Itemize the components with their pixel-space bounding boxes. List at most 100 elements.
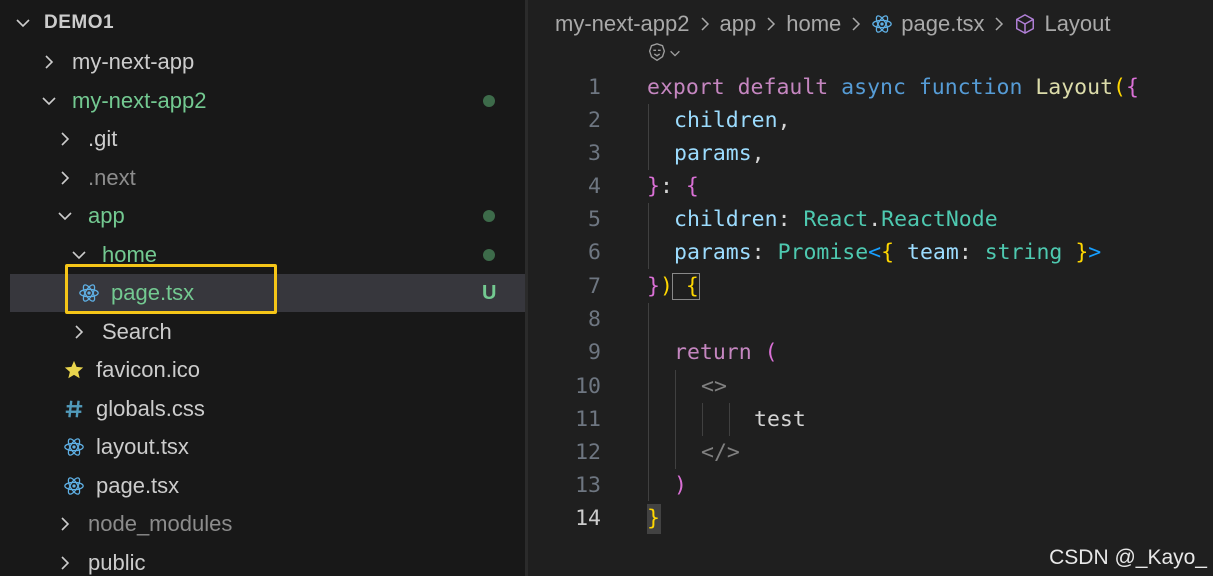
line-number: 10 (575, 374, 601, 399)
line-code: test (754, 407, 806, 432)
breadcrumb-item[interactable]: my-next-app2 (555, 11, 690, 37)
code-line: 7 }) { (528, 270, 1213, 303)
tree-item-label: page.tsx (96, 473, 180, 498)
code-token: React (803, 207, 869, 232)
line-code: ) (674, 473, 687, 498)
code-token: async (828, 75, 906, 100)
line-number: 11 (575, 407, 601, 432)
chevron-down-icon (14, 14, 32, 32)
code-line: 4 }: { (528, 170, 1213, 203)
code-token: function (905, 75, 1023, 100)
code-token: ( (751, 340, 778, 365)
line-code: return ( (674, 340, 778, 365)
chevron-down-icon (56, 207, 74, 225)
explorer-section-header[interactable]: DEMO1 (0, 4, 525, 42)
code-editor[interactable]: my-next-app2 app home page.tsx Layout 1 … (528, 0, 1213, 576)
code-token: team (894, 240, 959, 265)
star-icon (63, 359, 85, 381)
tree-item-next[interactable]: .next (10, 159, 525, 197)
tree-item-home-page-tsx[interactable]: page.tsx U (10, 274, 525, 312)
tree-item-search[interactable]: Search (10, 313, 525, 351)
line-number: 13 (575, 473, 601, 498)
chevron-right-icon (70, 323, 88, 341)
code-token: : (751, 240, 778, 265)
code-line: 12 </> (528, 436, 1213, 469)
chevron-right-icon (56, 169, 74, 187)
code-token: : (659, 174, 686, 199)
line-number: 2 (588, 108, 601, 133)
code-line: 6 params: Promise<{ team: string }> (528, 236, 1213, 269)
code-line: 8 (528, 303, 1213, 336)
tree-item-app-page-tsx[interactable]: page.tsx (10, 467, 525, 505)
copilot-codelens[interactable] (646, 42, 682, 69)
line-code: export default async function Layout({ (647, 75, 1139, 100)
line-number: 3 (588, 141, 601, 166)
line-number: 9 (588, 340, 601, 365)
code-token: : (958, 240, 985, 265)
code-token: ReactNode (881, 207, 998, 232)
line-code: params, (674, 141, 765, 166)
git-modified-dot (483, 210, 495, 222)
line-number: 8 (588, 307, 601, 332)
code-token: { (881, 240, 895, 265)
react-icon (78, 282, 100, 304)
git-modified-dot (483, 95, 495, 107)
tree-item-my-next-app2[interactable]: my-next-app2 (10, 82, 525, 120)
code-token: { (671, 273, 700, 300)
code-token: export (647, 75, 725, 100)
breadcrumb-item[interactable]: Layout (1044, 11, 1110, 37)
tree-item-label: my-next-app (72, 49, 195, 74)
code-token: { (685, 174, 699, 199)
hash-icon (63, 398, 85, 420)
code-line: 1 export default async function Layout({ (528, 71, 1213, 104)
tree-item-globals-css[interactable]: globals.css (10, 390, 525, 428)
tree-item-home[interactable]: home (10, 236, 525, 274)
copilot-icon (646, 42, 668, 69)
tree-item-git[interactable]: .git (10, 120, 525, 158)
line-code: } (647, 506, 660, 531)
chevron-right-icon (56, 515, 74, 533)
line-number: 4 (588, 174, 601, 199)
code-token: } (647, 506, 660, 531)
line-number: 6 (588, 240, 601, 265)
tree-item-my-next-app[interactable]: my-next-app (10, 43, 525, 81)
code-token: ( (1113, 75, 1126, 100)
tree-item-label: Search (102, 319, 172, 344)
code-token: params (674, 141, 752, 166)
tree-item-label: .next (88, 165, 136, 190)
tree-item-label: home (102, 242, 158, 267)
git-modified-dot (483, 249, 495, 261)
code-line: 2 children, (528, 104, 1213, 137)
breadcrumb-item[interactable]: app (720, 11, 757, 37)
cube-icon (1014, 13, 1036, 35)
tree-item-app[interactable]: app (10, 197, 525, 235)
code-line: 5 children: React.ReactNode (528, 203, 1213, 236)
tree-item-node-modules[interactable]: node_modules (10, 505, 525, 543)
tree-item-label: globals.css (96, 396, 205, 421)
tree-item-label: public (88, 550, 146, 575)
code-line: 10 <> (528, 370, 1213, 403)
line-code: </> (701, 440, 740, 465)
watermark: CSDN @_Kayo_ (1049, 546, 1207, 569)
tree-item-label: layout.tsx (96, 434, 189, 459)
breadcrumb-item[interactable]: page.tsx (901, 11, 984, 37)
tree-item-label: page.tsx (111, 280, 195, 305)
chevron-down-icon (70, 246, 88, 264)
tree-item-layout-tsx[interactable]: layout.tsx (10, 428, 525, 466)
code-token: default (724, 75, 829, 100)
code-token: Promise (777, 240, 869, 265)
code-token: children (674, 207, 778, 232)
code-token: , (777, 108, 791, 133)
breadcrumb: my-next-app2 app home page.tsx Layout (555, 8, 1111, 40)
code-token: params (674, 240, 752, 265)
tree-item-label: app (88, 203, 125, 228)
code-line: 3 params, (528, 137, 1213, 170)
line-code: children, (674, 108, 791, 133)
chevron-down-icon (40, 92, 58, 110)
code-token: } (647, 274, 660, 299)
code-line: 9 return ( (528, 336, 1213, 369)
chevron-right-icon (56, 130, 74, 148)
breadcrumb-item[interactable]: home (786, 11, 841, 37)
tree-item-public[interactable]: public (10, 544, 525, 576)
tree-item-favicon[interactable]: favicon.ico (10, 351, 525, 389)
